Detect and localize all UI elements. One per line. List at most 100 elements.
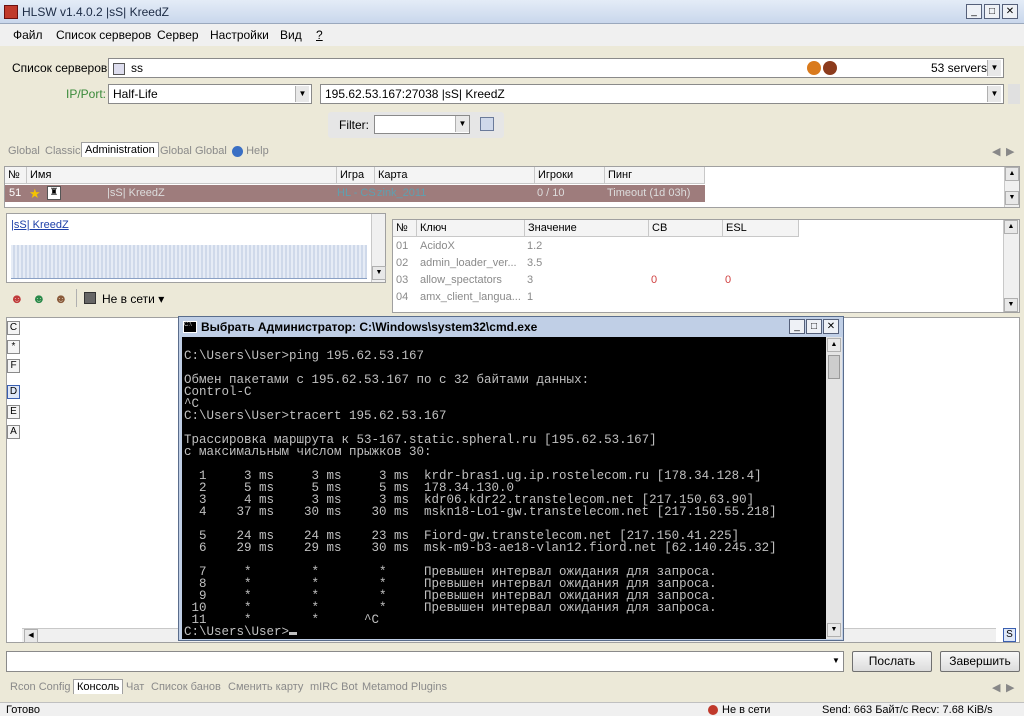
cmd-window: C:\ Выбрать Администратор: C:\Windows\sy… [178, 316, 844, 641]
col-players-header[interactable]: Игроки [535, 167, 605, 184]
address-combo[interactable]: 195.62.53.167:27038 |sS| KreedZ ▼ [320, 84, 1004, 104]
menu-help[interactable]: ? [316, 28, 323, 42]
finish-button[interactable]: Завершить [940, 651, 1020, 672]
graph-scrollbar[interactable]: ▼ [371, 214, 386, 282]
tab-scroll-right-icon[interactable]: ▶ [1006, 145, 1014, 158]
console-filter-f[interactable]: F [7, 359, 20, 373]
chevron-down-icon[interactable]: ▼ [987, 60, 1001, 76]
tab-global-3[interactable]: Global [195, 145, 227, 157]
cmd-scrollbar[interactable]: ▲ ▼ [826, 337, 842, 639]
tab-console[interactable]: Консоль [73, 679, 124, 694]
cmd-line: 4 37 ms 30 ms 30 ms mskn18-Lo1-gw.transt… [184, 505, 777, 519]
cmd-close-button[interactable]: ✕ [823, 319, 839, 334]
rules-scrollbar[interactable]: ▲ ▼ [1003, 220, 1019, 312]
status-online: Не в сети [722, 704, 771, 716]
console-filter-a[interactable]: A [7, 425, 20, 439]
chevron-down-icon[interactable]: ▼ [987, 86, 1001, 102]
col-map-header[interactable]: Карта [375, 167, 535, 184]
cursor [289, 632, 298, 635]
tab-scroll-left-icon[interactable]: ◀ [992, 681, 1000, 694]
users-icon[interactable]: ☻ [32, 291, 46, 306]
rule-num: 02 [396, 257, 409, 269]
table-row[interactable]: 04 amx_client_langua... 1 [393, 289, 993, 306]
game-select[interactable]: Half-Life ▼ [108, 84, 312, 104]
tab-administration[interactable]: Administration [81, 142, 159, 157]
col-num-header[interactable]: № [5, 167, 27, 184]
tab-change-map[interactable]: Сменить карту [228, 681, 303, 693]
send-button[interactable]: Послать [852, 651, 932, 672]
cmd-console[interactable]: C:\Users\User>ping 195.62.53.167 Обмен п… [182, 337, 826, 639]
online-status-dropdown[interactable]: Не в сети ▾ [102, 292, 164, 306]
col-game-header[interactable]: Игра [337, 167, 375, 184]
table-row[interactable]: 01 AcidoX 1.2 [393, 238, 993, 255]
row-ping: Timeout (1d 03h) [607, 187, 691, 199]
tab-rcon-config[interactable]: Rcon Config [10, 681, 71, 693]
command-input[interactable]: ▼ [6, 651, 844, 672]
rule-key: AcidoX [420, 240, 455, 252]
divider [76, 289, 77, 307]
cmd-line: Обмен пакетами с 195.62.53.167 по с 32 б… [184, 373, 590, 387]
server-list-combo[interactable]: ss 53 servers ▼ [108, 58, 1004, 78]
scroll-down-icon[interactable]: ▼ [372, 266, 386, 280]
menu-file[interactable]: Файл [13, 28, 43, 42]
menu-server[interactable]: Сервер [157, 28, 199, 42]
menu-settings[interactable]: Настройки [210, 28, 269, 42]
close-button[interactable]: ✕ [1002, 4, 1018, 19]
chevron-down-icon[interactable]: ▼ [829, 653, 843, 669]
rule-value: 3 [527, 274, 534, 286]
tab-scroll-right-icon[interactable]: ▶ [1006, 681, 1014, 694]
tab-mirc-bot[interactable]: mIRC Bot [310, 681, 358, 693]
scroll-up-icon[interactable]: ▲ [1004, 220, 1018, 234]
scroll-thumb[interactable] [828, 355, 840, 379]
rules-key-header[interactable]: Ключ [417, 220, 525, 237]
globe-icon [232, 145, 243, 157]
scroll-lock-button[interactable]: S [1003, 628, 1016, 642]
col-name-header[interactable]: Имя [27, 167, 337, 184]
scroll-down-icon[interactable]: ▼ [827, 623, 841, 637]
splitter-handle[interactable] [1008, 84, 1020, 104]
scroll-up-icon[interactable]: ▲ [1005, 167, 1019, 181]
scroll-left-icon[interactable]: ◀ [24, 629, 38, 643]
console-filter-d[interactable]: D [7, 385, 20, 399]
user-red-icon[interactable]: ☻ [10, 291, 24, 306]
user-icon[interactable]: ☻ [54, 291, 68, 306]
table-row[interactable]: 02 admin_loader_ver... 3.5 [393, 255, 993, 272]
graph-panel: |sS| KreedZ ▼ [6, 213, 386, 283]
minimize-button[interactable]: _ [966, 4, 982, 19]
tab-metamod-plugins[interactable]: Metamod Plugins [362, 681, 447, 693]
maximize-button[interactable]: □ [984, 4, 1000, 19]
scroll-down-icon[interactable]: ▼ [1004, 298, 1018, 312]
col-ping-header[interactable]: Пинг [605, 167, 705, 184]
chevron-down-icon[interactable]: ▼ [455, 116, 469, 132]
tab-global[interactable]: Global [8, 145, 40, 157]
tab-scroll-left-icon[interactable]: ◀ [992, 145, 1000, 158]
table-row[interactable]: 03 allow_spectators 3 0 0 [393, 272, 993, 289]
chevron-down-icon[interactable]: ▼ [295, 86, 309, 102]
rules-cb-header[interactable]: CB [649, 220, 723, 237]
console-filter-e[interactable]: E [7, 405, 20, 419]
rules-esl-header[interactable]: ESL [723, 220, 799, 237]
filter-select[interactable]: ▼ [374, 115, 470, 134]
server-table-scrollbar[interactable]: ▲ ▼ [1004, 167, 1019, 207]
tab-classic[interactable]: Classic [45, 145, 80, 157]
scroll-down-icon[interactable]: ▼ [1005, 191, 1019, 205]
filter-grid-icon[interactable] [480, 117, 494, 131]
tab-ban-list[interactable]: Список банов [151, 681, 221, 693]
console-filter-star[interactable]: * [7, 340, 20, 354]
cmd-line: Control-C [184, 385, 252, 399]
table-row[interactable]: 51 ★ ♜ |sS| KreedZ HL - CS zink_2011 0 /… [5, 185, 705, 202]
rules-num-header[interactable]: № [393, 220, 417, 237]
menu-server-list[interactable]: Список серверов [56, 28, 151, 42]
tab-chat[interactable]: Чат [126, 681, 144, 693]
scroll-up-icon[interactable]: ▲ [827, 338, 841, 352]
cmd-minimize-button[interactable]: _ [789, 319, 805, 334]
rules-value-header[interactable]: Значение [525, 220, 649, 237]
server-list-value: ss [131, 61, 143, 75]
console-filter-c[interactable]: C [7, 321, 20, 335]
tab-global-2[interactable]: Global [160, 145, 192, 157]
graph-server-link[interactable]: |sS| KreedZ [11, 219, 69, 231]
players-toolbar: ☻ ☻ ☻ Не в сети ▾ [6, 289, 386, 309]
menu-view[interactable]: Вид [280, 28, 302, 42]
tab-help[interactable]: Help [232, 145, 269, 157]
cmd-maximize-button[interactable]: □ [806, 319, 822, 334]
